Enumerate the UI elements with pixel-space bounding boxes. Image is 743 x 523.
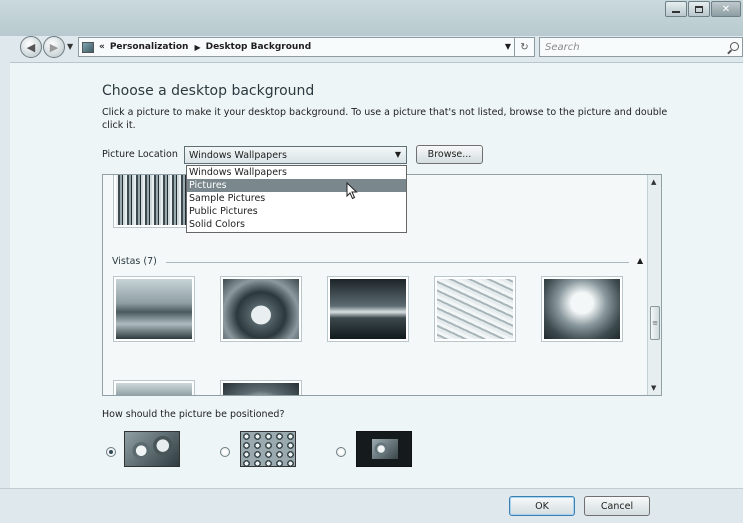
close-icon: ✕	[721, 3, 731, 15]
center-preview-image	[356, 431, 412, 467]
wallpaper-thumbnail[interactable]	[113, 276, 195, 342]
chevron-down-icon: ▼	[394, 150, 401, 159]
recent-pages-dropdown-icon[interactable]: ▼	[67, 42, 73, 51]
wallpaper-thumbnail[interactable]	[220, 276, 302, 342]
maximize-button[interactable]	[688, 1, 710, 17]
position-tile-preview[interactable]	[240, 431, 296, 467]
dialog-footer: OK Cancel	[0, 488, 743, 523]
close-button[interactable]: ✕	[711, 1, 741, 17]
picture-location-value: Windows Wallpapers	[189, 149, 287, 161]
tile-preview-image	[240, 431, 296, 467]
wallpaper-image	[223, 279, 299, 339]
position-fill-radio[interactable]	[106, 447, 116, 457]
breadcrumb-separator-icon[interactable]: ▶	[194, 43, 200, 52]
maximize-icon	[695, 5, 703, 13]
content-pane: Choose a desktop background Click a pict…	[10, 62, 743, 488]
picture-location-dropdown: Windows Wallpapers Pictures Sample Pictu…	[186, 165, 407, 233]
position-tile-radio[interactable]	[220, 447, 230, 457]
control-panel-icon	[82, 41, 94, 53]
breadcrumb-desktop-background[interactable]: Desktop Background	[206, 42, 312, 52]
picture-location-label: Picture Location	[102, 149, 178, 160]
dropdown-option-windows-wallpapers[interactable]: Windows Wallpapers	[187, 166, 406, 179]
wallpaper-image	[116, 175, 190, 225]
scroll-up-icon[interactable]: ▲	[651, 178, 656, 186]
wallpaper-thumbnail[interactable]	[541, 276, 623, 342]
wallpaper-image	[544, 279, 620, 339]
dropdown-option-pictures[interactable]: Pictures	[187, 179, 406, 192]
fill-preview-image	[124, 431, 180, 467]
ok-button[interactable]: OK	[509, 496, 575, 516]
dropdown-option-public-pictures[interactable]: Public Pictures	[187, 205, 406, 218]
dropdown-option-sample-pictures[interactable]: Sample Pictures	[187, 192, 406, 205]
wallpaper-image	[116, 383, 192, 395]
breadcrumb-personalization[interactable]: Personalization	[110, 42, 189, 52]
wallpaper-image	[330, 279, 406, 339]
scrollbar-thumb[interactable]: ≡	[650, 306, 660, 340]
instructions-text: Click a picture to make it your desktop …	[102, 107, 668, 131]
wallpaper-image	[437, 279, 513, 339]
position-question-label: How should the picture be positioned?	[102, 409, 285, 420]
wallpaper-image	[116, 279, 192, 339]
breadcrumb-overflow[interactable]: «	[99, 42, 105, 52]
minimize-icon	[672, 11, 680, 13]
search-icon[interactable]	[730, 42, 739, 51]
vertical-scrollbar[interactable]: ▲ ≡ ▼	[647, 175, 661, 395]
navigation-bar: ◀ ▶ ▼ « Personalization ▶ Desktop Backgr…	[0, 36, 743, 60]
mouse-pointer-icon	[346, 182, 358, 200]
wallpaper-thumbnail[interactable]	[113, 175, 193, 228]
wallpaper-image	[223, 383, 299, 395]
search-placeholder: Search	[545, 41, 580, 53]
group-header-vistas: Vistas (7)	[112, 256, 157, 267]
wallpaper-thumbnail[interactable]	[327, 276, 409, 342]
position-center-preview[interactable]	[356, 431, 412, 467]
forward-button[interactable]: ▶	[43, 36, 65, 58]
address-dropdown-icon[interactable]: ▼	[505, 42, 511, 51]
picture-location-select[interactable]: Windows Wallpapers ▼	[184, 146, 407, 164]
browse-button[interactable]: Browse...	[416, 145, 483, 164]
group-divider	[166, 262, 629, 263]
minimize-button[interactable]	[665, 1, 687, 17]
title-bar: ✕	[0, 0, 743, 36]
refresh-icon[interactable]: ↻	[514, 37, 534, 57]
back-button[interactable]: ◀	[20, 36, 42, 58]
search-input[interactable]: Search	[539, 37, 743, 57]
dropdown-option-solid-colors[interactable]: Solid Colors	[187, 218, 406, 231]
wallpaper-thumbnail[interactable]	[220, 380, 302, 395]
address-bar[interactable]: « Personalization ▶ Desktop Background ▼…	[78, 37, 535, 57]
wallpaper-thumbnail[interactable]	[434, 276, 516, 342]
back-arrow-icon: ◀	[26, 40, 36, 54]
collapse-group-icon[interactable]: ▲	[637, 256, 643, 265]
forward-arrow-icon: ▶	[49, 40, 59, 54]
page-title: Choose a desktop background	[102, 83, 315, 99]
cancel-button[interactable]: Cancel	[584, 496, 650, 516]
position-center-radio[interactable]	[336, 447, 346, 457]
grip-icon: ≡	[652, 319, 658, 327]
wallpaper-thumbnail[interactable]	[113, 380, 195, 395]
scroll-down-icon[interactable]: ▼	[651, 384, 656, 392]
window-controls: ✕	[664, 1, 741, 17]
position-fill-preview[interactable]	[124, 431, 180, 467]
